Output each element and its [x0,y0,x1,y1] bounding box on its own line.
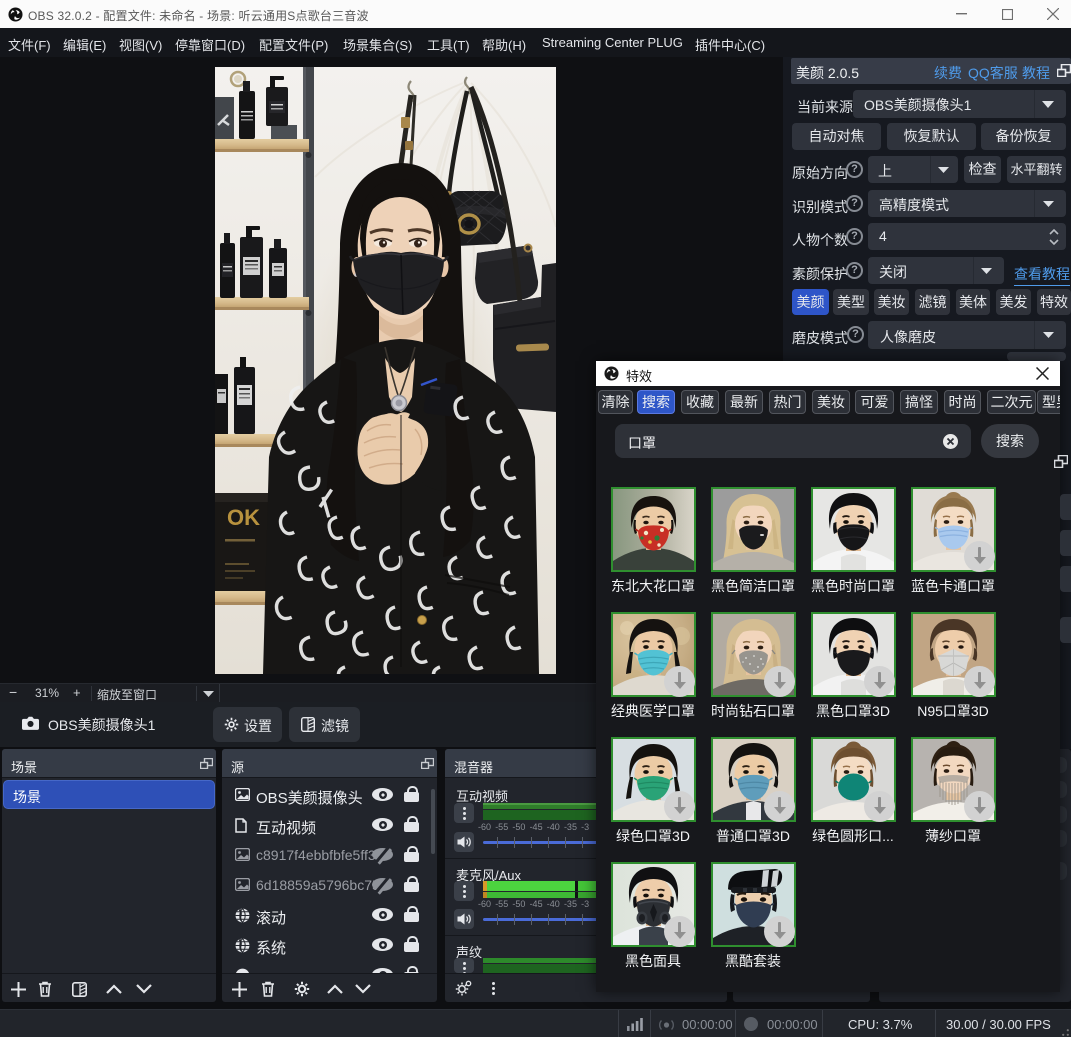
svg-text:OK: OK [227,505,260,530]
